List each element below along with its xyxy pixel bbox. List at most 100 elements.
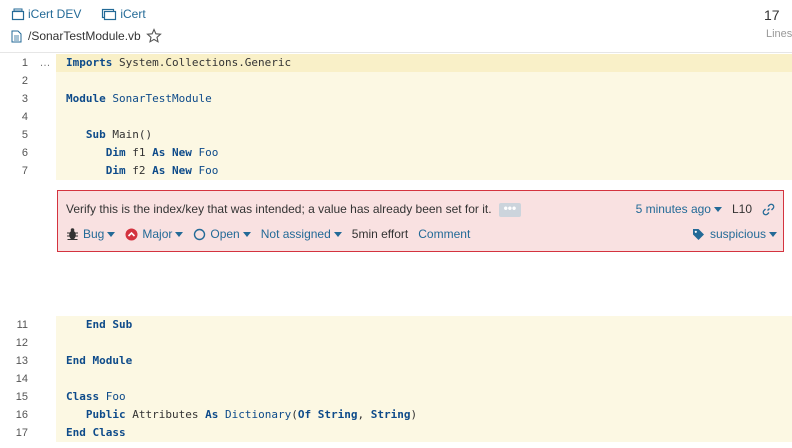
issue-box[interactable]: Verify this is the index/key that was in… — [57, 190, 784, 252]
code-text — [56, 370, 792, 388]
code-line: 6 Dim f1 As New Foo — [0, 144, 792, 162]
code-token: Of — [297, 408, 312, 421]
issue-severity-dropdown[interactable]: Major — [125, 227, 184, 241]
code-token: End — [66, 354, 86, 367]
code-line: 3 Module SonarTestModule — [0, 90, 792, 108]
code-line: 5 Sub Main() — [0, 126, 792, 144]
line-number[interactable]: 7 — [0, 165, 34, 177]
code-text: Dim f1 As New Foo — [56, 144, 792, 162]
line-number[interactable]: 15 — [0, 391, 34, 403]
code-token: Foo — [191, 146, 219, 159]
line-number[interactable]: 5 — [0, 129, 34, 141]
issue-tag-label: suspicious — [709, 227, 766, 241]
code-token: Class — [66, 390, 100, 403]
issue-status-label: Open — [210, 227, 240, 241]
code-token: ( — [291, 408, 298, 421]
issue-message[interactable]: Verify this is the index/key that was in… — [66, 202, 521, 217]
line-number[interactable]: 17 — [0, 427, 34, 439]
issue-status-dropdown[interactable]: Open — [193, 227, 251, 241]
code-token: f2 — [125, 164, 153, 177]
issue-type-dropdown[interactable]: Bug — [66, 227, 116, 241]
breadcrumb: iCert DEV iCert — [11, 7, 166, 21]
code-text: End Class — [56, 424, 792, 442]
issue-attributes: Bug Major Open Not assigned 5min effort … — [66, 227, 470, 241]
code-token: Module — [92, 354, 133, 367]
code-line: 12 — [0, 334, 792, 352]
code-text — [56, 72, 792, 90]
code-line: 13 End Module — [0, 352, 792, 370]
code-line: 2 — [0, 72, 792, 90]
code-text — [56, 108, 792, 126]
code-token: End — [85, 318, 106, 331]
code-line: 15 Class Foo — [0, 388, 792, 406]
chevron-down-icon — [175, 231, 184, 237]
code-token: New — [172, 164, 192, 177]
scm-marker[interactable]: … — [34, 57, 56, 69]
chevron-down-icon — [242, 231, 251, 237]
line-number[interactable]: 3 — [0, 93, 34, 105]
line-number[interactable]: 11 — [0, 319, 34, 331]
major-severity-icon — [125, 228, 138, 240]
line-number[interactable]: 14 — [0, 373, 34, 385]
chevron-down-icon — [107, 231, 116, 237]
line-number[interactable]: 16 — [0, 409, 34, 421]
file-path: /SonarTestModule.vb — [11, 28, 162, 44]
chevron-down-icon — [769, 231, 777, 237]
issue-more-button[interactable]: ••• — [498, 202, 521, 217]
code-text: Sub Main() — [56, 126, 792, 144]
code-text: Dim f2 As New Foo — [56, 162, 792, 180]
issue-assignee-label: Not assigned — [260, 227, 331, 241]
issue-effort: 5min effort — [351, 227, 409, 241]
code-line: 4 — [0, 108, 792, 126]
bug-icon — [67, 228, 78, 240]
code-token: Foo — [99, 390, 126, 403]
code-token: Sub — [112, 318, 133, 331]
issue-tags-dropdown[interactable]: suspicious — [692, 227, 777, 241]
issue-line-ref: L10 — [731, 202, 752, 216]
issue-severity-label: Major — [142, 227, 173, 241]
line-number[interactable]: 13 — [0, 355, 34, 367]
code-text: End Module — [56, 352, 792, 370]
issue-assignee-dropdown[interactable]: Not assigned — [261, 227, 342, 241]
issue-meta: 5 minutes ago L10 — [636, 202, 775, 216]
code-token: Attributes — [125, 408, 206, 421]
code-token: Dictionary — [224, 408, 292, 421]
line-number[interactable]: 2 — [0, 75, 34, 87]
code-token: String — [317, 408, 358, 421]
breadcrumb-portfolio[interactable]: iCert DEV — [11, 7, 81, 21]
tag-icon — [692, 228, 704, 240]
line-number[interactable]: 12 — [0, 337, 34, 349]
link-icon[interactable] — [762, 203, 775, 216]
lines-measure-label: Lines — [766, 28, 792, 40]
code-text: Class Foo — [56, 388, 792, 406]
line-number[interactable]: 1 — [0, 57, 34, 69]
issue-comment-link[interactable]: Comment — [418, 227, 470, 241]
code-token: As — [152, 146, 166, 159]
code-line: 14 — [0, 370, 792, 388]
line-number[interactable]: 6 — [0, 147, 34, 159]
code-token: Sub — [85, 128, 106, 141]
line-number[interactable]: 4 — [0, 111, 34, 123]
code-token: SonarTestModule — [105, 92, 212, 105]
code-text — [56, 334, 792, 352]
breadcrumb-project[interactable]: iCert — [101, 7, 146, 21]
issue-date-dropdown[interactable]: 5 minutes ago — [636, 202, 722, 216]
file-icon — [11, 30, 22, 43]
code-line: 17 End Class — [0, 424, 792, 442]
code-text: Public Attributes As Dictionary(Of Strin… — [56, 406, 792, 424]
code-token: New — [172, 146, 192, 159]
code-line: 16 Public Attributes As Dictionary(Of St… — [0, 406, 792, 424]
issue-date-label: 5 minutes ago — [635, 202, 711, 216]
star-icon[interactable] — [145, 28, 162, 44]
code-line: 1… Imports System.Collections.Generic — [0, 54, 792, 72]
repository-icon — [11, 8, 25, 20]
code-token: , — [357, 408, 371, 421]
lines-measure-value: 17 — [764, 7, 780, 23]
